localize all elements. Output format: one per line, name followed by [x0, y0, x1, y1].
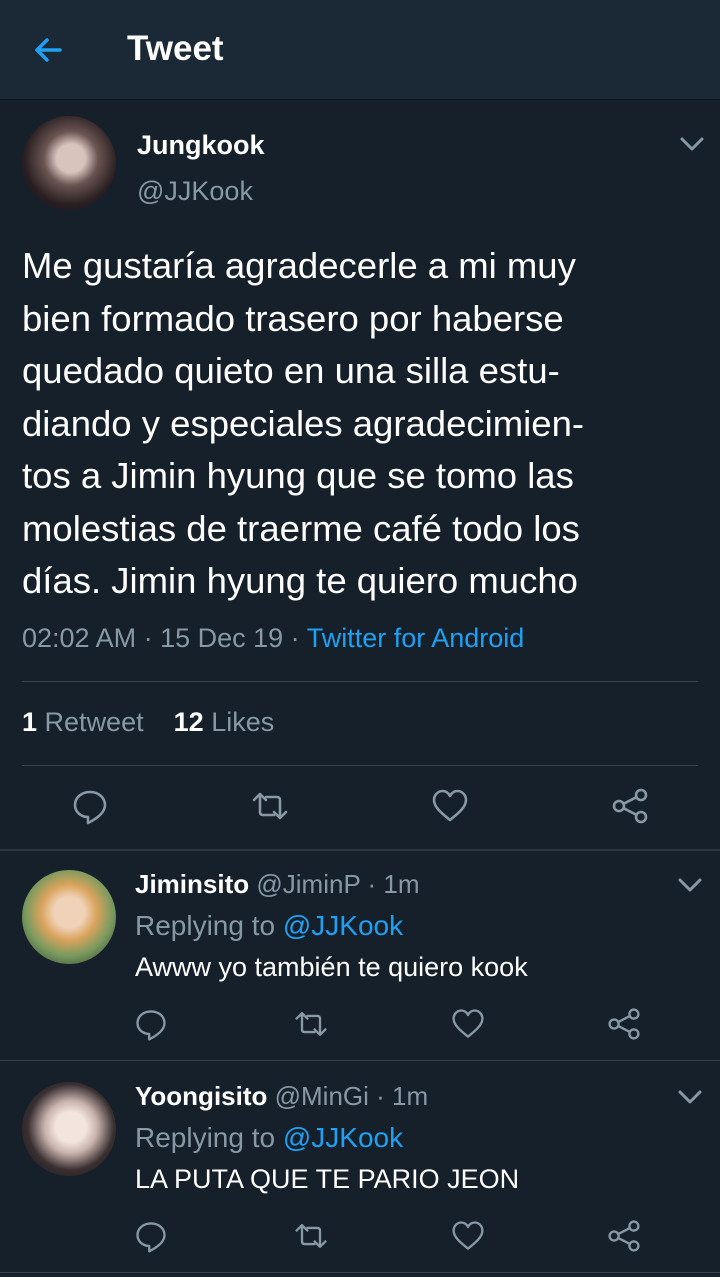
tweet-menu-button[interactable] [679, 135, 705, 153]
tweet-text-line: tos a Jimin hyung que se tomo las [22, 455, 574, 496]
reply-author[interactable]: Yoongisito @MinGi · 1m [135, 1081, 428, 1112]
author-handle[interactable]: @JJKook [137, 176, 253, 207]
reply-icon [136, 1222, 166, 1253]
reply-author-name: Yoongisito [135, 1081, 268, 1111]
share-icon [612, 788, 648, 824]
chevron-down-icon [678, 878, 702, 892]
like-count: 12 [173, 707, 204, 737]
retweet-label: Retweet [44, 707, 144, 737]
share-icon [608, 1220, 640, 1252]
reply-time: 1m [392, 1081, 429, 1111]
retweet-button[interactable] [293, 1006, 333, 1046]
reply-icon [73, 790, 107, 825]
reply-author-name: Jiminsito [135, 869, 250, 899]
replying-to-mention[interactable]: @JJKook [283, 910, 403, 941]
retweet-button[interactable] [293, 1218, 333, 1258]
replying-to-mention[interactable]: @JJKook [283, 1122, 403, 1153]
like-button[interactable] [430, 786, 470, 826]
tweet-text-line: quedado quieto en una silla estu- [22, 350, 560, 391]
tweet-text: Me gustaría agradecerle a mi muy bien fo… [22, 240, 702, 608]
avatar[interactable] [22, 116, 116, 210]
reply-text: LA PUTA QUE TE PARIO JEON [135, 1164, 520, 1194]
reply-text: Awww yo también te quiero kook [135, 952, 528, 982]
reply-menu-button[interactable] [677, 1088, 703, 1106]
like-button[interactable] [450, 1218, 490, 1258]
like-stat[interactable]: 12 Likes [174, 707, 275, 737]
replying-to-label: Replying to [135, 1122, 276, 1153]
chevron-down-icon [680, 137, 704, 151]
tweet-stats: 1 Retweet 12 Likes [22, 707, 274, 738]
heart-icon [432, 789, 468, 822]
reply-button[interactable] [133, 1006, 173, 1046]
divider [0, 1060, 720, 1061]
replying-to: Replying to @JJKook [135, 910, 403, 942]
retweet-icon [295, 1224, 327, 1248]
retweet-icon [295, 1012, 327, 1036]
tweet-date: 15 Dec 19 [160, 623, 284, 653]
share-icon [608, 1008, 640, 1040]
divider [0, 849, 720, 851]
reply-time: 1m [383, 869, 420, 899]
reply-button[interactable] [133, 1218, 173, 1258]
like-button[interactable] [450, 1006, 490, 1046]
share-button[interactable] [606, 1218, 646, 1258]
chevron-down-icon [678, 1090, 702, 1104]
reply-author[interactable]: Jiminsito @JiminP · 1m [135, 869, 420, 900]
replying-to: Replying to @JJKook [135, 1122, 403, 1154]
share-button[interactable] [606, 1006, 646, 1046]
divider [22, 765, 698, 766]
arrow-left-icon [35, 38, 62, 62]
reply-avatar[interactable] [22, 1082, 116, 1176]
reply-menu-button[interactable] [677, 876, 703, 894]
back-button[interactable] [30, 30, 70, 70]
author-name[interactable]: Jungkook [137, 130, 265, 161]
retweet-stat[interactable]: 1 Retweet [22, 707, 144, 737]
tweet-text-line: bien formado trasero por haberse [22, 297, 564, 339]
tweet-meta: 02:02 AM · 15 Dec 19 · Twitter for Andro… [22, 623, 525, 653]
share-button[interactable] [610, 786, 650, 826]
reply-button[interactable] [70, 786, 110, 826]
tweet-time: 02:02 AM [22, 623, 137, 653]
divider [0, 1272, 720, 1273]
tweet-text-line: molestias de traerme café todo los [22, 507, 580, 549]
retweet-count: 1 [22, 707, 38, 737]
reply-author-handle: @MinGi [274, 1081, 369, 1111]
tweet-source-link[interactable]: Twitter for Android [307, 623, 525, 653]
like-label: Likes [211, 707, 275, 737]
tweet-text-line: Me gustaría agradecerle a mi muy [22, 245, 576, 286]
reply-icon [136, 1010, 166, 1041]
heart-icon [452, 1221, 484, 1250]
replying-to-label: Replying to [135, 910, 276, 941]
tweet-text-line: diando y especiales agradecimien- [22, 402, 585, 444]
heart-icon [452, 1009, 484, 1038]
divider [22, 681, 698, 682]
page-title: Tweet [127, 29, 224, 68]
retweet-icon [252, 792, 288, 820]
reply-author-handle: @JiminP [256, 869, 361, 899]
tweet-text-line: días. Jimin hyung te quiero mucho [22, 560, 578, 601]
retweet-button[interactable] [250, 786, 290, 826]
reply-avatar[interactable] [22, 870, 116, 964]
top-bar: Tweet [0, 0, 720, 100]
